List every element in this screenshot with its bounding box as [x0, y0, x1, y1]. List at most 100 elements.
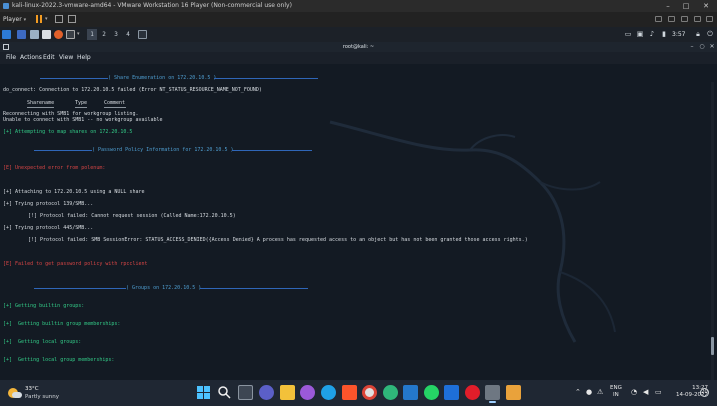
text-editor-icon[interactable]	[42, 30, 51, 39]
terminal-icon[interactable]	[66, 30, 75, 39]
language-indicator[interactable]: ENG IN	[610, 385, 622, 399]
column-header-sharename: Sharename	[27, 100, 55, 106]
player-label: Player	[3, 16, 22, 23]
section-separator	[34, 288, 126, 289]
terminal-minimize-button[interactable]: –	[688, 42, 696, 52]
chevron-down-icon[interactable]: ▾	[45, 16, 48, 22]
app-tray-icon[interactable]: ●	[586, 387, 592, 397]
terminal-scrollbar[interactable]	[711, 82, 714, 380]
window-icon[interactable]: ▭	[624, 30, 632, 38]
vmware-toolbar: Player ▾ ▾	[0, 12, 717, 27]
section-separator	[200, 288, 308, 289]
chevron-down-icon: ▾	[23, 17, 27, 23]
column-header-comment: Comment	[104, 100, 126, 106]
output-line: [!] Protocol failed: Cannot request sess…	[28, 213, 236, 219]
error-line: [E] Failed to get password policy with r…	[3, 261, 148, 267]
vmware-player-icon[interactable]	[485, 385, 500, 403]
terminal-taskbar-icon[interactable]	[138, 30, 147, 39]
terminal-titlebar: root@kali: ~ – ○ ✕	[0, 42, 717, 52]
battery-icon[interactable]: ▮	[660, 30, 668, 38]
workspace-3[interactable]: 3	[111, 29, 121, 40]
brave-icon[interactable]	[342, 385, 357, 400]
battery-icon[interactable]: ▭	[655, 387, 662, 397]
output-line: Unable to connect with SMB1 -- no workgr…	[3, 117, 163, 123]
display-icon[interactable]: ▣	[636, 30, 644, 38]
terminal-menubar: File Actions Edit View Help	[0, 52, 717, 64]
show-desktop-icon[interactable]	[17, 30, 26, 39]
menu-file[interactable]: File	[6, 52, 16, 64]
terminal-window: root@kali: ~ – ○ ✕ File Actions Edit Vie…	[0, 42, 717, 380]
fullscreen-icon[interactable]	[68, 15, 76, 23]
file-explorer-icon[interactable]	[280, 385, 295, 400]
notification-badge[interactable]: 20	[700, 388, 709, 397]
opera-icon[interactable]	[465, 385, 480, 400]
column-header-type: Type	[75, 100, 88, 106]
menu-help[interactable]: Help	[77, 52, 91, 64]
output-line: [+] Getting builtin groups:	[3, 303, 85, 309]
removable-devices-icon[interactable]	[655, 16, 662, 22]
task-view-icon[interactable]	[238, 385, 253, 400]
terminal-close-button[interactable]: ✕	[708, 42, 716, 52]
windows-start-icon[interactable]	[196, 385, 211, 400]
player-menu[interactable]: Player ▾	[3, 13, 26, 27]
kali-menu-icon[interactable]	[2, 30, 11, 39]
section-separator	[232, 150, 312, 151]
window-title: kali-linux-2022.3-vmware-amd64 - VMware …	[12, 2, 292, 9]
file-manager-icon[interactable]	[30, 30, 39, 39]
chevron-up-icon[interactable]: ⌃	[575, 387, 581, 397]
app-icon[interactable]	[444, 385, 459, 400]
teams-chat-icon[interactable]	[259, 385, 274, 400]
tray-icon[interactable]: ⚠	[597, 387, 603, 397]
app-icon[interactable]	[300, 385, 315, 400]
wifi-icon[interactable]: ◔	[631, 387, 637, 397]
menu-actions[interactable]: Actions	[20, 52, 42, 64]
column-underline	[27, 107, 54, 108]
workspace-4[interactable]: 4	[123, 29, 133, 40]
maximize-button[interactable]: □	[680, 0, 692, 12]
power-icon[interactable]: ⏻	[706, 30, 714, 38]
sound-icon[interactable]	[694, 16, 701, 22]
section-separator	[214, 78, 318, 79]
notification-bell-icon[interactable]: ♪	[648, 30, 656, 38]
weather-widget[interactable]: 33°C Partly sunny	[6, 383, 76, 403]
workspace-2[interactable]: 2	[99, 29, 109, 40]
language-code: ENG	[610, 385, 622, 391]
menu-edit[interactable]: Edit	[43, 52, 55, 64]
panel-clock: 3:57	[672, 31, 686, 38]
error-line: [E] Unexpected error from polenum:	[3, 165, 106, 171]
whatsapp-icon[interactable]	[424, 385, 439, 400]
unity-icon[interactable]	[706, 16, 713, 22]
vscode-icon[interactable]	[403, 385, 418, 400]
menu-view[interactable]: View	[59, 52, 73, 64]
password-policy-header: ( Password Policy Information for 172.20…	[92, 147, 234, 153]
minimize-button[interactable]: –	[662, 0, 674, 12]
vmware-logo-icon	[3, 3, 9, 9]
usb-icon[interactable]	[681, 16, 688, 22]
app-icon[interactable]	[383, 385, 398, 400]
share-enum-header: ( Share Enumeration on 172.20.10.5 )	[108, 75, 217, 81]
send-ctrl-alt-del-icon[interactable]	[55, 15, 63, 23]
column-underline	[75, 107, 87, 108]
network-adapter-icon[interactable]	[668, 16, 675, 22]
firefox-icon[interactable]	[54, 30, 63, 39]
output-line: [+] Attempting to map shares on 172.20.1…	[3, 129, 133, 135]
windows-taskbar: 33°C Partly sunny ⌃ ● ⚠ ENG IN ◔ ◀ ▭ 13:…	[0, 380, 717, 406]
app-icon[interactable]	[506, 385, 521, 400]
chevron-down-icon[interactable]: ▾	[77, 31, 80, 37]
kali-top-panel: ▾ 1 2 3 4 ▭ ▣ ♪ ▮ 3:57 🔒︎ ⏻	[0, 27, 717, 42]
terminal-title: root@kali: ~	[342, 44, 375, 50]
pause-icon[interactable]	[36, 15, 42, 23]
output-line: do_connect: Connection to 172.20.10.5 fa…	[3, 87, 262, 93]
terminal-scrollbar-thumb[interactable]	[711, 337, 714, 355]
workspace-1[interactable]: 1	[87, 29, 97, 40]
output-line: [+] Getting builtin group memberships:	[3, 321, 121, 327]
chrome-icon[interactable]	[362, 385, 377, 400]
output-line: [+] Attaching to 172.20.10.5 using a NUL…	[3, 189, 145, 195]
close-button[interactable]: ✕	[700, 0, 712, 12]
edge-icon[interactable]	[321, 385, 336, 400]
volume-icon[interactable]: ◀	[643, 387, 648, 397]
search-icon[interactable]	[217, 385, 232, 400]
terminal-maximize-button[interactable]: ○	[698, 42, 706, 52]
lock-icon[interactable]: 🔒︎	[694, 30, 702, 38]
weather-temperature: 33°C	[25, 386, 39, 392]
